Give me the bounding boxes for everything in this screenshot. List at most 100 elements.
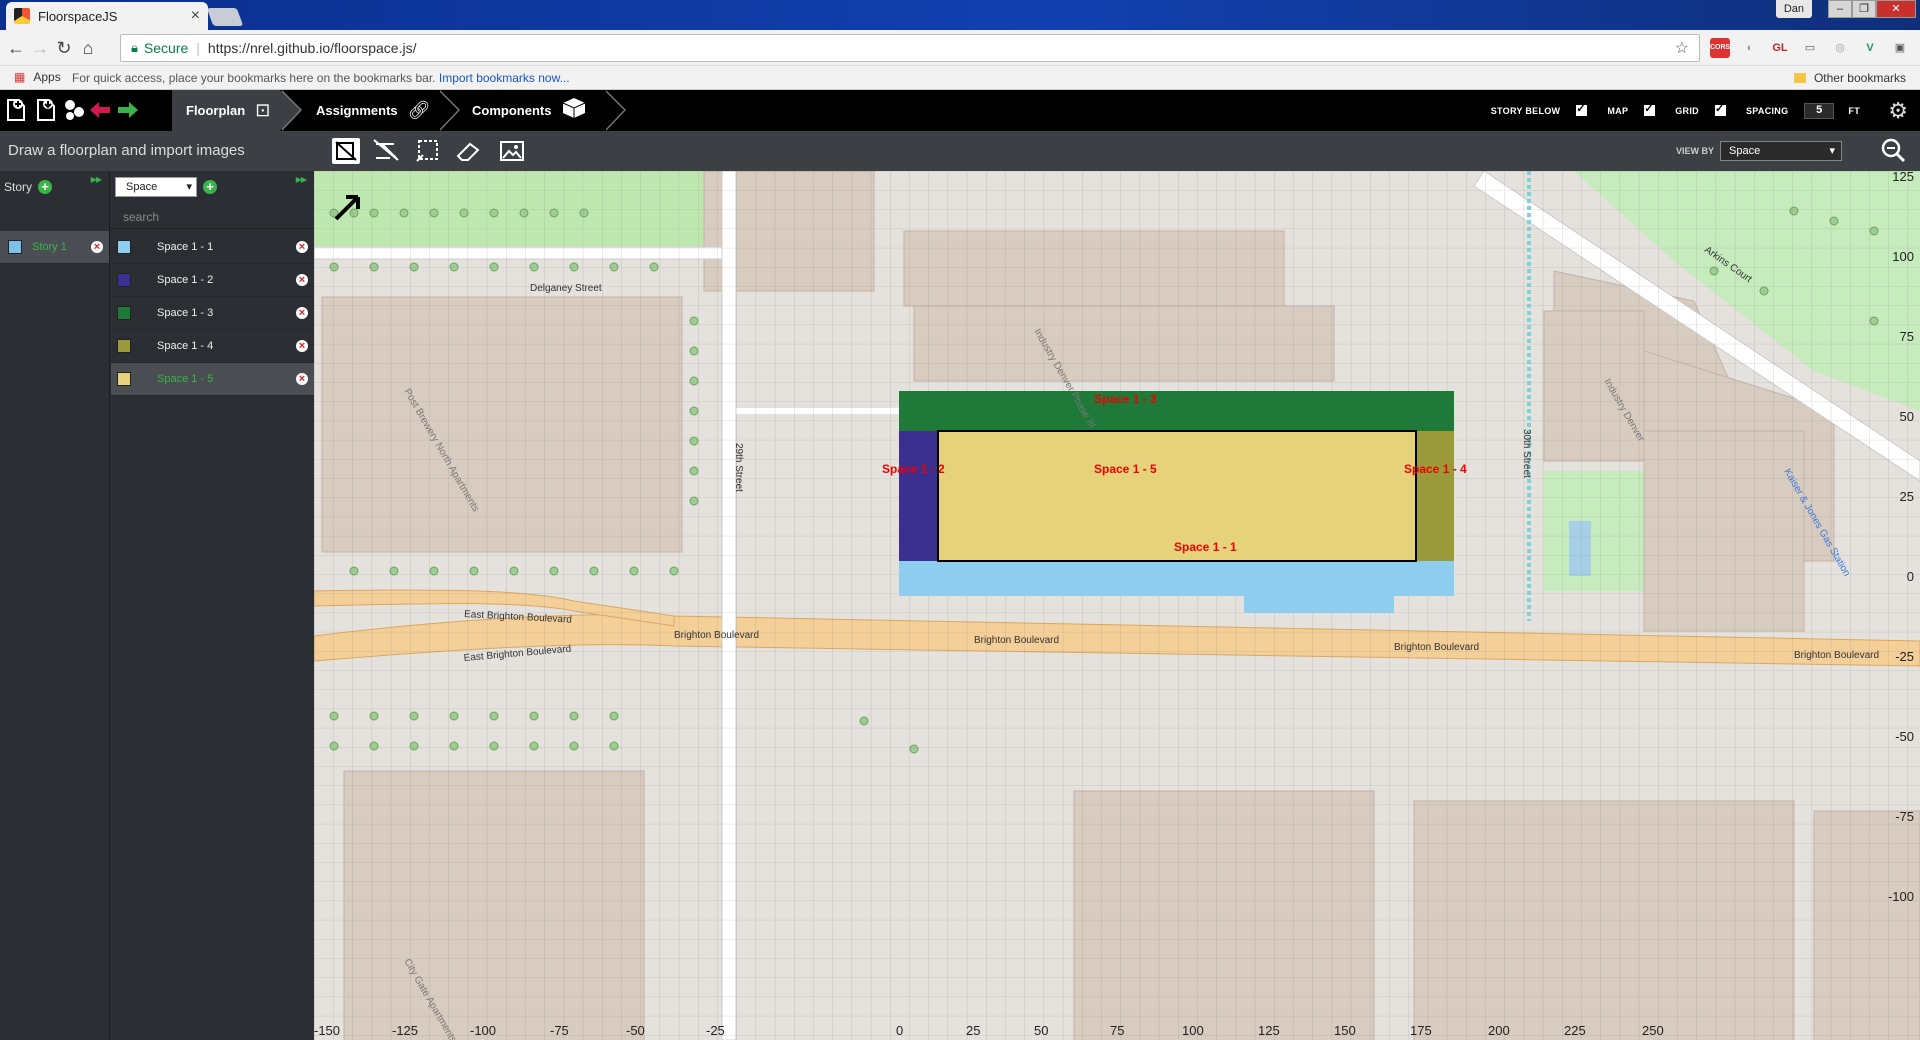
x-tick-label: 0 <box>896 1023 903 1038</box>
space-color-swatch[interactable] <box>117 273 131 287</box>
gl-extension-icon[interactable]: GL <box>1770 38 1790 58</box>
delete-space-icon[interactable]: × <box>296 274 308 286</box>
space-color-swatch[interactable] <box>117 306 131 320</box>
delete-space-icon[interactable]: × <box>296 307 308 319</box>
save-file-icon[interactable] <box>32 96 60 124</box>
delete-story-icon[interactable]: × <box>91 241 103 253</box>
grid-label: GRID <box>1675 105 1699 116</box>
undo-icon[interactable] <box>86 96 114 124</box>
gear-icon[interactable]: ⚙ <box>1888 98 1908 124</box>
tab-components[interactable]: Components <box>458 90 626 131</box>
url-field[interactable]: 🔒︎ Secure | https://nrel.github.io/floor… <box>120 34 1700 62</box>
extension-icon[interactable]: ◎ <box>1830 38 1850 58</box>
extension-icon[interactable]: ▣ <box>1890 38 1910 58</box>
story-below-label: STORY BELOW <box>1490 105 1561 116</box>
x-tick-label: 125 <box>1258 1023 1280 1038</box>
home-icon[interactable]: ⌂ <box>78 38 98 58</box>
story-row[interactable]: Story 1 × <box>0 231 109 264</box>
story-below-checkbox[interactable] <box>1576 102 1588 116</box>
space-row[interactable]: Space 1 - 1 × <box>111 231 314 264</box>
view-by-label: VIEW BY <box>1676 146 1715 156</box>
profile-button[interactable]: Dan <box>1775 0 1812 18</box>
new-file-icon[interactable] <box>2 96 30 124</box>
import-bookmarks-link[interactable]: Import bookmarks now... <box>439 71 570 85</box>
tab-close-icon[interactable]: × <box>191 7 200 25</box>
rectangle-tool-icon[interactable] <box>414 138 442 164</box>
spacing-input[interactable]: 5 <box>1804 102 1835 119</box>
redo-icon[interactable] <box>114 96 142 124</box>
street-label: 30th Street <box>1521 429 1532 478</box>
cast-icon[interactable]: ▭ <box>1800 38 1820 58</box>
space-row[interactable]: Space 1 - 5 × <box>111 363 314 396</box>
image-import-tool-icon[interactable] <box>498 138 526 164</box>
space-header: Space + ▶▶ <box>111 171 314 203</box>
add-story-button[interactable]: + <box>38 180 53 194</box>
street-label: 29th Street <box>733 443 744 492</box>
select-tool-icon[interactable] <box>332 138 360 164</box>
expand-story-icon[interactable]: ▶▶ <box>91 175 102 184</box>
space-row[interactable]: Space 1 - 2 × <box>111 264 314 297</box>
delete-space-icon[interactable]: × <box>296 373 308 385</box>
story-header: Story + ▶▶ <box>0 171 109 203</box>
extension-icon[interactable]: ◐ <box>1740 38 1760 58</box>
map-svg[interactable]: Delganey Street 29th Street 30th Street … <box>314 171 1920 1040</box>
cors-extension-icon[interactable]: CORS <box>1710 38 1730 58</box>
space-1-4-polygon[interactable] <box>1416 431 1454 561</box>
grid-checkbox[interactable] <box>1714 102 1726 116</box>
space-name: Space 1 - 3 <box>157 307 214 319</box>
floorplan-spaces[interactable] <box>899 391 1454 613</box>
maximize-button[interactable]: ❐ <box>1852 0 1876 18</box>
story-header-label: Story <box>4 180 33 194</box>
map-checkbox[interactable] <box>1644 102 1656 116</box>
apps-shortcut[interactable]: Apps <box>14 70 60 84</box>
x-tick-label: 175 <box>1410 1023 1432 1038</box>
x-tick-label: 150 <box>1334 1023 1356 1038</box>
story-color-swatch[interactable] <box>8 240 22 254</box>
tab-floorplan[interactable]: Floorplan ⊡ <box>172 90 302 131</box>
expand-space-icon[interactable]: ▶▶ <box>296 175 307 184</box>
other-bookmarks[interactable]: Other bookmarks <box>1794 71 1906 85</box>
browser-tab[interactable]: FloorspaceJS × <box>6 2 208 30</box>
zoom-icon[interactable] <box>1880 137 1906 170</box>
forward-icon[interactable]: → <box>30 38 50 58</box>
space-row[interactable]: Space 1 - 3 × <box>111 297 314 330</box>
x-tick-label: 250 <box>1642 1023 1664 1038</box>
space-label: Space 1 - 1 <box>1174 540 1237 554</box>
delete-space-icon[interactable]: × <box>296 241 308 253</box>
y-tick-label: -50 <box>1895 729 1914 744</box>
draw-polygon-tool-icon[interactable] <box>372 138 400 164</box>
floorplan-canvas[interactable]: Delganey Street 29th Street 30th Street … <box>314 171 1920 1040</box>
space-search-input[interactable]: search <box>111 205 314 229</box>
space-name: Space 1 - 2 <box>157 274 214 286</box>
view-by-select[interactable]: Space <box>1720 141 1842 161</box>
space-1-3-polygon[interactable] <box>899 391 1454 431</box>
add-space-button[interactable]: + <box>203 180 217 194</box>
eraser-tool-icon[interactable] <box>454 138 482 164</box>
x-tick-label: -75 <box>550 1023 569 1038</box>
minimize-button[interactable]: – <box>1828 0 1852 18</box>
y-tick-label: 0 <box>1907 569 1914 584</box>
back-icon[interactable]: ← <box>6 38 26 58</box>
x-tick-label: 200 <box>1488 1023 1510 1038</box>
space-row[interactable]: Space 1 - 4 × <box>111 330 314 363</box>
secure-label: Secure <box>143 40 189 56</box>
space-color-swatch[interactable] <box>117 240 131 254</box>
tab-assignments[interactable]: Assignments 🔗︎ <box>302 90 460 131</box>
drawing-toolbar: Draw a floorplan and import images VIEW … <box>0 131 1920 171</box>
tab-assignments-label: Assignments <box>316 103 398 118</box>
tab-title: FloorspaceJS <box>38 8 118 24</box>
street-label: Brighton Boulevard <box>1794 650 1879 661</box>
close-window-button[interactable]: ✕ <box>1876 0 1916 18</box>
x-tick-label: -25 <box>706 1023 725 1038</box>
space-1-2-polygon[interactable] <box>899 431 939 561</box>
bookmark-star-icon[interactable]: ☆ <box>1675 38 1689 58</box>
vuejs-devtools-icon[interactable]: V <box>1860 38 1880 58</box>
space-type-dropdown[interactable]: Space <box>115 177 197 197</box>
space-color-swatch[interactable] <box>117 339 131 353</box>
library-icon[interactable] <box>60 96 88 124</box>
delete-space-icon[interactable]: × <box>296 340 308 352</box>
new-tab-button[interactable] <box>206 8 244 26</box>
space-label: Space 1 - 4 <box>1404 462 1467 476</box>
reload-icon[interactable]: ↻ <box>54 38 74 58</box>
space-color-swatch[interactable] <box>117 372 131 386</box>
